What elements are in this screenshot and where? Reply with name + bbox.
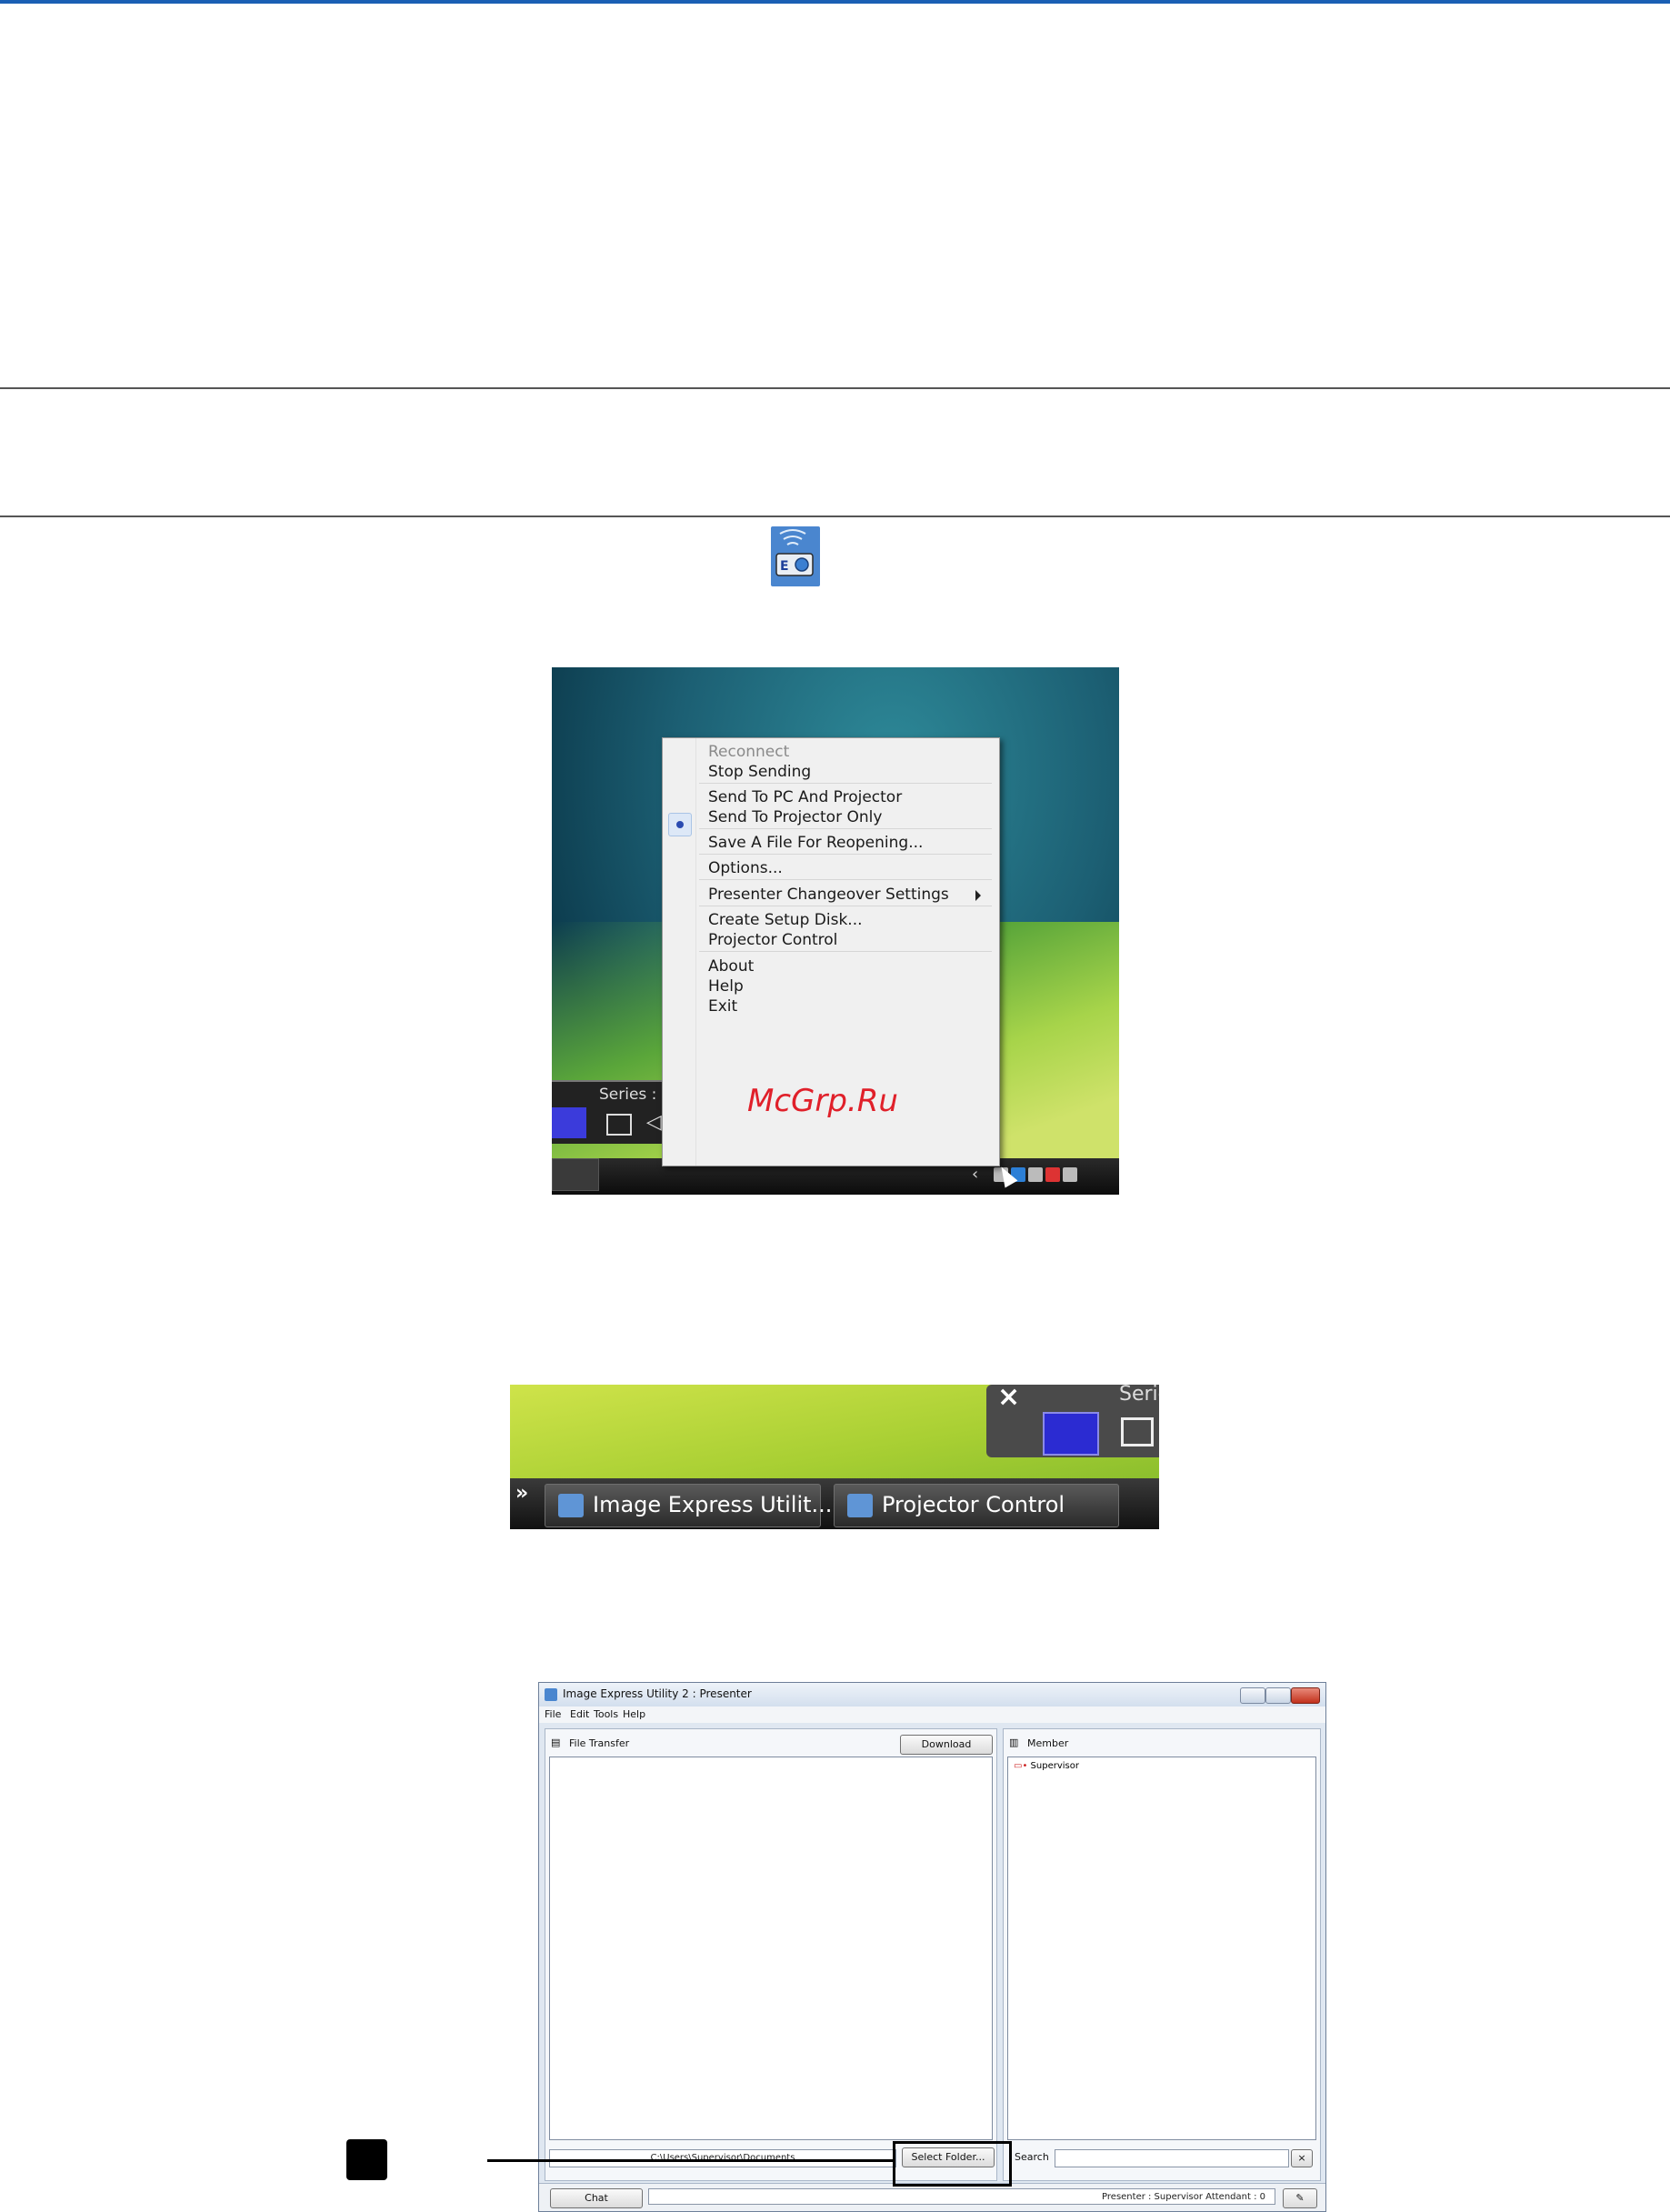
menu-file[interactable]: File — [545, 1708, 561, 1720]
menu-help[interactable]: Help — [623, 1708, 645, 1720]
title-bar: Image Express Utility 2 : Presenter — [539, 1683, 1325, 1707]
taskbar-button-label: Projector Control — [882, 1492, 1065, 1517]
menu-item-projector-control[interactable]: Projector Control — [708, 931, 837, 949]
presenter-icon: ▭• — [1014, 1761, 1028, 1771]
callout-line — [487, 2159, 893, 2162]
taskbar-button-image-express[interactable]: Image Express Utilit... — [545, 1484, 832, 1527]
svg-text:E: E — [780, 559, 789, 574]
radio-selected-icon — [668, 813, 692, 836]
member-title: Member — [1027, 1737, 1069, 1749]
status-text: Presenter : Supervisor Attendant : 0 — [648, 2188, 1275, 2205]
file-list[interactable] — [549, 1757, 993, 2140]
tray-expand-icon[interactable]: ‹ — [972, 1165, 978, 1184]
tray-context-menu-screenshot: Series : 1 ◁ ‹ Reconnect Stop Sending Se… — [552, 667, 1119, 1195]
menu-gutter — [663, 738, 696, 1166]
menu-separator — [699, 951, 992, 952]
menu-item-stop-sending[interactable]: Stop Sending — [708, 763, 811, 781]
section-rule-top — [0, 387, 1670, 389]
double-chevron-icon[interactable]: » — [515, 1482, 528, 1505]
member-name: Supervisor — [1030, 1761, 1079, 1771]
menu-separator — [699, 828, 992, 829]
member-icon: ▥ — [1009, 1737, 1019, 1748]
menu-item-about[interactable]: About — [708, 957, 754, 976]
menu-item-save-file[interactable]: Save A File For Reopening... — [708, 834, 923, 852]
taskbar-screenshot: × Serie » Image Express Utilit... Projec… — [510, 1385, 1159, 1529]
taskbar-button-projector-control[interactable]: Projector Control — [834, 1484, 1119, 1527]
file-transfer-title: File Transfer — [569, 1737, 630, 1749]
input-switch-icon[interactable] — [1043, 1412, 1099, 1456]
window-title: Image Express Utility 2 : Presenter — [563, 1687, 752, 1700]
menu-item-presenter-changeover[interactable]: Presenter Changeover Settings — [708, 886, 949, 904]
printer-icon[interactable] — [1063, 1167, 1077, 1182]
search-clear-icon: × — [1297, 2152, 1306, 2164]
menu-item-create-setup-disk[interactable]: Create Setup Disk... — [708, 911, 863, 929]
edit-icon[interactable]: ✎ — [1283, 2188, 1317, 2208]
gadget-title: Series : 1 — [599, 1086, 672, 1104]
input-switch-icon[interactable] — [552, 1107, 586, 1138]
screen-icon[interactable] — [1121, 1417, 1154, 1446]
top-accent-bar — [0, 0, 1670, 4]
chat-button[interactable]: Chat — [550, 2188, 643, 2208]
screen-icon[interactable] — [606, 1114, 632, 1136]
menu-tools[interactable]: Tools — [594, 1708, 618, 1720]
close-button[interactable] — [1291, 1687, 1320, 1704]
menu-separator — [699, 783, 992, 784]
network-icon[interactable] — [1028, 1167, 1043, 1182]
menu-separator — [699, 854, 992, 855]
image-express-icon — [558, 1494, 584, 1517]
close-icon[interactable]: × — [997, 1385, 1020, 1413]
search-input[interactable] — [1055, 2149, 1289, 2167]
watermark: McGrp.Ru — [747, 1083, 898, 1119]
file-transfer-pane: ▤ File Transfer Download C:\Users\Superv… — [545, 1728, 997, 2181]
projector-gadget-panel: × Serie — [986, 1385, 1159, 1457]
app-icon — [545, 1688, 557, 1701]
menu-item-send-pc-projector[interactable]: Send To PC And Projector — [708, 788, 902, 806]
menu-item-send-projector-only[interactable]: Send To Projector Only — [708, 808, 882, 826]
chat-label: Chat — [585, 2192, 608, 2204]
download-label: Download — [921, 1738, 972, 1750]
folder-path: C:\Users\Supervisor\Documents — [549, 2149, 896, 2167]
taskbar-button-label: Image Express Utilit... — [593, 1492, 833, 1517]
gadget-series-label: Serie — [1119, 1385, 1159, 1406]
search-clear-button[interactable]: × — [1291, 2149, 1313, 2167]
menu-item-reconnect[interactable]: Reconnect — [708, 743, 789, 761]
menu-bar: File Edit Tools Help — [539, 1707, 1325, 1723]
app-window-screenshot: Image Express Utility 2 : Presenter File… — [538, 1682, 1326, 2212]
image-express-tray-icon: E — [771, 526, 820, 586]
menu-separator — [699, 879, 992, 880]
document-icon: ▤ — [551, 1737, 561, 1748]
minimize-button[interactable] — [1240, 1687, 1265, 1704]
menu-item-help[interactable]: Help — [708, 977, 744, 996]
taskbar: » Image Express Utilit... Projector Cont… — [510, 1478, 1159, 1529]
member-entry[interactable]: ▭• Supervisor — [1014, 1761, 1079, 1771]
maximize-button[interactable] — [1265, 1687, 1291, 1704]
member-pane: ▥ Member ▭• Supervisor Search × — [1003, 1728, 1321, 2181]
menu-item-options[interactable]: Options... — [708, 859, 783, 877]
select-folder-highlight — [893, 2141, 1012, 2187]
search-label: Search — [1015, 2151, 1049, 2163]
menu-edit[interactable]: Edit — [570, 1708, 589, 1720]
menu-item-exit[interactable]: Exit — [708, 997, 737, 1016]
section-rule-bottom — [0, 515, 1670, 517]
status-bar: Chat Presenter : Supervisor Attendant : … — [539, 2183, 1325, 2211]
security-icon[interactable] — [1045, 1167, 1060, 1182]
speaker-icon[interactable]: ◁ — [646, 1112, 663, 1134]
download-button[interactable]: Download — [900, 1735, 993, 1755]
projector-control-icon — [847, 1494, 873, 1517]
member-list[interactable]: ▭• Supervisor — [1007, 1757, 1316, 2140]
taskbar-button[interactable] — [552, 1158, 599, 1191]
step-marker — [346, 2139, 387, 2180]
submenu-arrow-icon — [975, 890, 981, 901]
